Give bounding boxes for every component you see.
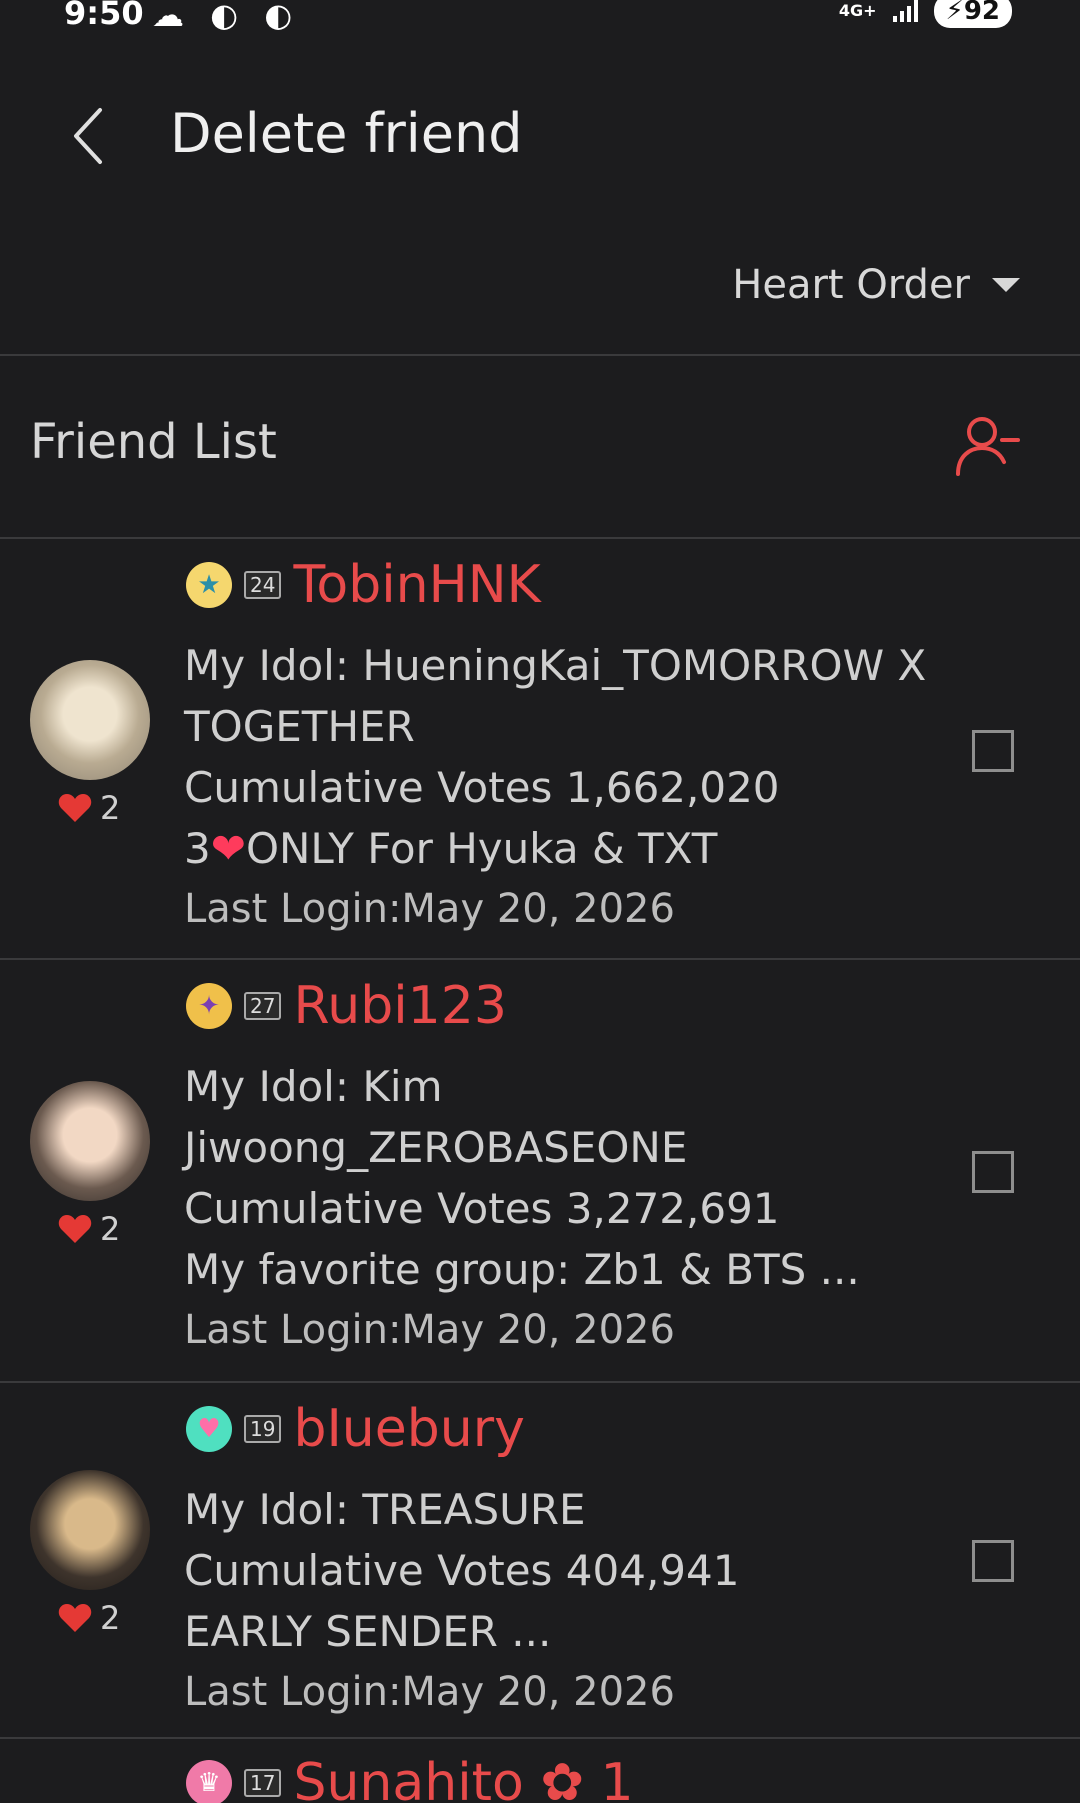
idol-line: My Idol: TREASURE (184, 1485, 586, 1534)
friend-row: ♛ 17 Sunahito ✿ 1 (0, 1739, 1080, 1803)
friend-name: bIuebury (293, 1399, 525, 1459)
friend-info: My Idol: Kim Jiwoong_ZEROBASEONE Cumulat… (184, 1056, 984, 1361)
idol-line: Jiwoong_ZEROBASEONE (184, 1123, 688, 1172)
signal-icon (892, 0, 918, 22)
level-badge-icon: ♥ (186, 1406, 232, 1452)
friend-name: Sunahito ✿ 1 (293, 1753, 634, 1803)
avatar[interactable] (30, 1470, 150, 1590)
heart-icon (58, 1215, 92, 1243)
heart-emoji-icon: ❤ (210, 824, 246, 873)
friend-name-row: ♛ 17 Sunahito ✿ 1 (186, 1753, 634, 1803)
battery-indicator: ⚡92 (933, 0, 1012, 28)
friend-name-row: ✦ 27 Rubi123 (186, 976, 507, 1036)
status-right: 4G+ ⚡92 (839, 0, 1012, 28)
status-time: 9:50 (64, 0, 144, 32)
idol-line: My Idol: Kim (184, 1062, 443, 1111)
app-bar: Delete friend (0, 80, 1080, 200)
heart-icon (58, 794, 92, 822)
status-message: 3❤ONLY For Hyuka & TXT (184, 818, 984, 879)
sort-dropdown[interactable]: Heart Order (732, 262, 1020, 308)
heart-count: 2 (58, 1210, 120, 1248)
status-message-suffix: ONLY For Hyuka & TXT (245, 824, 718, 873)
cumulative-votes: Cumulative Votes 3,272,691 (184, 1184, 780, 1233)
idol-line: My Idol: HueningKai_TOMORROW X (184, 641, 927, 690)
last-login: Last Login:May 20, 2026 (184, 1669, 675, 1715)
heart-icon (58, 1604, 92, 1632)
select-checkbox[interactable] (972, 1540, 1014, 1582)
level-badge-icon: ✦ (186, 983, 232, 1029)
page-title: Delete friend (170, 102, 523, 165)
friend-name-row: ♥ 19 bIuebury (186, 1399, 525, 1459)
friend-row: 2 ♥ 19 bIuebury My Idol: TREASURE Cumula… (0, 1383, 1080, 1737)
sort-dropdown-label: Heart Order (732, 262, 970, 308)
friend-name: TobinHNK (293, 555, 541, 615)
friend-name-row: ★ 24 TobinHNK (186, 555, 541, 615)
heart-count: 2 (58, 789, 120, 827)
select-checkbox[interactable] (972, 1151, 1014, 1193)
last-login: Last Login:May 20, 2026 (184, 1307, 675, 1353)
user-minus-icon (956, 417, 1020, 476)
avatar[interactable] (30, 660, 150, 780)
status-message-prefix: 3 (184, 824, 211, 873)
back-arrow-icon (74, 108, 102, 164)
friend-name: Rubi123 (293, 976, 507, 1036)
caret-down-icon (992, 278, 1020, 292)
heart-count-value: 2 (100, 1599, 121, 1637)
heart-count: 2 (58, 1599, 120, 1637)
idol-line: TOGETHER (184, 702, 415, 751)
level-number: 27 (244, 992, 282, 1020)
avatar[interactable] (30, 1081, 150, 1201)
status-message: EARLY SENDER ... (184, 1607, 552, 1656)
status-message: My favorite group: Zb1 & BTS ... (184, 1245, 860, 1294)
network-type-icon: 4G+ (838, 1, 877, 20)
level-badge-icon: ★ (186, 562, 232, 608)
level-badge-icon: ♛ (186, 1760, 232, 1803)
level-number: 24 (244, 571, 282, 599)
friend-row: 2 ★ 24 TobinHNK My Idol: HueningKai_TOMO… (0, 539, 1080, 958)
divider (0, 354, 1080, 356)
status-bar: 9:50 ☁ ◐ ◐ 4G+ ⚡92 (0, 0, 1080, 34)
last-login: Last Login:May 20, 2026 (184, 886, 675, 932)
battery-level: 92 (963, 0, 1000, 26)
section-title: Friend List (30, 414, 277, 470)
heart-count-value: 2 (100, 789, 121, 827)
friend-info: My Idol: TREASURE Cumulative Votes 404,9… (184, 1479, 984, 1723)
back-button[interactable] (52, 100, 124, 172)
cumulative-votes: Cumulative Votes 404,941 (184, 1546, 740, 1595)
level-number: 17 (244, 1769, 282, 1797)
remove-friend-button[interactable] (954, 412, 1022, 480)
friend-info: My Idol: HueningKai_TOMORROW X TOGETHER … (184, 635, 984, 940)
cumulative-votes: Cumulative Votes 1,662,020 (184, 763, 780, 812)
heart-count-value: 2 (100, 1210, 121, 1248)
level-number: 19 (244, 1415, 282, 1443)
friend-row: 2 ✦ 27 Rubi123 My Idol: Kim Jiwoong_ZERO… (0, 960, 1080, 1381)
select-checkbox[interactable] (972, 730, 1014, 772)
notification-icons: ☁ ◐ ◐ (152, 0, 301, 34)
